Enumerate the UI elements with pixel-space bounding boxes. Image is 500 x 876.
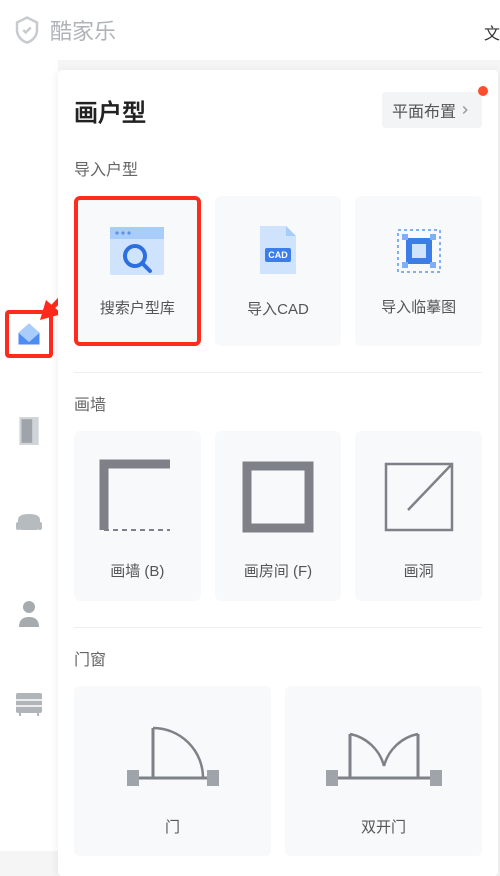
door-icon bbox=[17, 416, 41, 446]
panel-header: 画户型 平面布置 bbox=[74, 92, 482, 128]
card-single-door[interactable]: 门 bbox=[74, 686, 271, 856]
card-search-library[interactable]: 搜索户型库 bbox=[74, 196, 201, 346]
sidebar-item-door[interactable] bbox=[11, 413, 47, 449]
single-door-icon bbox=[113, 706, 233, 796]
card-label: 画洞 bbox=[404, 560, 434, 581]
hole-icon bbox=[374, 452, 464, 542]
divider bbox=[74, 627, 482, 628]
card-draw-room[interactable]: 画房间 (F) bbox=[215, 431, 342, 601]
import-grid: 搜索户型库 CAD 导入CAD 导入临摹图 bbox=[74, 196, 482, 346]
left-toolbar bbox=[0, 60, 58, 851]
chevron-right-icon bbox=[458, 103, 472, 117]
card-import-trace[interactable]: 导入临摹图 bbox=[355, 196, 482, 346]
card-label: 搜索户型库 bbox=[100, 297, 175, 318]
app-logo: 酷家乐 bbox=[12, 14, 116, 46]
door-grid: 门 双开门 bbox=[74, 686, 482, 856]
card-label: 画墙 (B) bbox=[110, 560, 164, 581]
card-label: 导入CAD bbox=[247, 298, 309, 319]
svg-text:CAD: CAD bbox=[268, 250, 288, 260]
sidebar-item-cabinet[interactable] bbox=[11, 686, 47, 722]
house-icon bbox=[15, 320, 43, 348]
section-title-wall: 画墙 bbox=[74, 391, 482, 415]
search-window-icon bbox=[108, 225, 166, 277]
main-panel: 画户型 平面布置 导入户型 搜索户型库 bbox=[58, 70, 498, 876]
app-name: 酷家乐 bbox=[50, 14, 116, 46]
sofa-icon bbox=[14, 510, 44, 534]
sidebar-item-furniture[interactable] bbox=[11, 504, 47, 540]
sidebar-item-floorplan[interactable] bbox=[5, 310, 53, 358]
room-icon bbox=[233, 452, 323, 542]
wall-grid: 画墙 (B) 画房间 (F) 画洞 bbox=[74, 431, 482, 601]
card-double-door[interactable]: 双开门 bbox=[285, 686, 482, 856]
divider bbox=[74, 372, 482, 373]
double-door-icon bbox=[314, 706, 454, 796]
sidebar-item-user[interactable] bbox=[11, 595, 47, 631]
wall-icon bbox=[92, 452, 182, 542]
person-icon bbox=[17, 599, 41, 627]
topbar-right-label[interactable]: 文 bbox=[484, 20, 500, 44]
cad-file-icon: CAD bbox=[256, 224, 300, 278]
card-draw-wall[interactable]: 画墙 (B) bbox=[74, 431, 201, 601]
card-label: 画房间 (F) bbox=[244, 560, 312, 581]
card-import-cad[interactable]: CAD 导入CAD bbox=[215, 196, 342, 346]
notification-dot-icon bbox=[478, 86, 488, 96]
cabinet-icon bbox=[15, 692, 43, 716]
card-label: 门 bbox=[165, 816, 180, 837]
layout-mode-button[interactable]: 平面布置 bbox=[382, 92, 482, 128]
card-label: 导入临摹图 bbox=[381, 296, 456, 317]
layout-mode-label: 平面布置 bbox=[392, 98, 456, 122]
trace-image-icon bbox=[394, 226, 444, 276]
card-label: 双开门 bbox=[361, 816, 406, 837]
shield-icon bbox=[12, 15, 42, 45]
section-title-import: 导入户型 bbox=[74, 156, 482, 180]
top-bar: 酷家乐 文 bbox=[0, 0, 500, 60]
panel-title: 画户型 bbox=[74, 93, 146, 128]
card-draw-hole[interactable]: 画洞 bbox=[355, 431, 482, 601]
section-title-door: 门窗 bbox=[74, 646, 482, 670]
